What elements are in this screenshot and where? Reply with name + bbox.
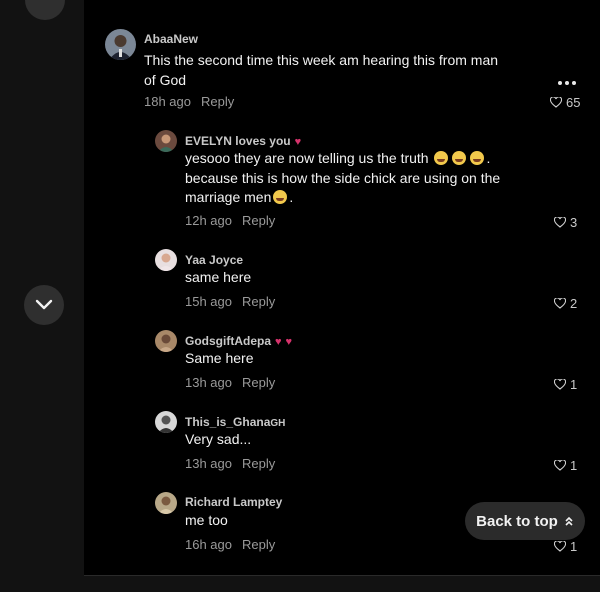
heart-emoji-icon: ♥ <box>275 336 282 348</box>
comment-text-line: Same here <box>185 350 254 366</box>
comment-meta: 16h ago Reply <box>185 537 275 552</box>
comment-username[interactable]: GodsgiftAdepa ♥ ♥ <box>185 334 292 348</box>
like-button[interactable]: 65 <box>550 95 580 110</box>
comment-text-line: Very sad... <box>185 431 252 447</box>
like-count: 3 <box>570 215 578 230</box>
comment-text-line: of God <box>144 71 187 88</box>
avatar[interactable] <box>155 330 177 352</box>
reply-button[interactable]: Reply <box>242 375 275 390</box>
avatar[interactable] <box>155 249 177 271</box>
back-to-top-label: Back to top <box>476 512 558 530</box>
reply-button[interactable]: Reply <box>201 94 234 109</box>
scroll-down-button[interactable] <box>24 285 64 325</box>
username-suffix: GH <box>270 418 286 429</box>
more-options-button[interactable] <box>556 76 578 90</box>
comment-username[interactable]: This_is_GhanaGH <box>185 415 285 429</box>
like-button[interactable]: 1 <box>554 539 577 554</box>
heart-outline-icon <box>550 97 562 108</box>
comment-time: 16h ago <box>185 537 232 552</box>
comment-text-line: me too <box>185 512 228 528</box>
comment-meta: 13h ago Reply <box>185 456 275 471</box>
comment-text-line: yesooo they are now telling us the truth <box>185 150 429 166</box>
bottom-bar <box>84 576 600 592</box>
like-count: 1 <box>570 377 578 392</box>
comment-text: This the second time this week am hearin… <box>144 51 498 90</box>
comment-meta: 15h ago Reply <box>185 294 275 309</box>
like-count: 65 <box>566 95 581 110</box>
comment-time: 15h ago <box>185 294 232 309</box>
comment-meta: 13h ago Reply <box>185 375 275 390</box>
comment-text-line: This the second time this week am hearin… <box>144 52 499 68</box>
username-text: GodsgiftAdepa <box>185 334 271 348</box>
comment-text-line: because this is how the side chick are u… <box>185 169 501 186</box>
comment-text: Very sad... <box>185 430 251 450</box>
username-text: EVELYN loves you <box>185 134 291 148</box>
heart-outline-icon <box>554 460 566 471</box>
heart-outline-icon <box>554 541 566 552</box>
like-button[interactable]: 1 <box>554 458 577 473</box>
laughing-emoji-icon <box>273 190 288 204</box>
comment-meta: 18h ago Reply <box>144 94 234 109</box>
reply-button[interactable]: Reply <box>242 213 275 228</box>
like-count: 1 <box>570 539 578 554</box>
like-count: 2 <box>570 296 578 311</box>
comment-text-end: . <box>289 189 294 205</box>
comment-username[interactable]: Richard Lamptey <box>185 495 282 509</box>
heart-outline-icon <box>554 217 566 228</box>
reply-button[interactable]: Reply <box>242 294 275 309</box>
double-chevron-up-icon <box>565 516 573 526</box>
laughing-emoji-icon <box>452 151 467 165</box>
avatar[interactable] <box>155 130 177 152</box>
avatar[interactable] <box>105 29 136 60</box>
heart-outline-icon <box>554 379 566 390</box>
heart-emoji-icon: ♥ <box>294 136 302 148</box>
reply-button[interactable]: Reply <box>242 537 275 552</box>
laughing-emoji-icon <box>470 151 485 165</box>
comment-text: me too <box>185 511 228 531</box>
heart-outline-icon <box>554 298 566 309</box>
comment-text: Same here <box>185 349 253 369</box>
avatar[interactable] <box>155 492 177 514</box>
heart-emoji-icon: ♥ <box>285 336 293 348</box>
comment-time: 12h ago <box>185 213 232 228</box>
chevron-down-icon <box>35 299 53 310</box>
comment-text-end: . <box>486 150 491 166</box>
username-text: This_is_Ghana <box>185 415 271 429</box>
like-button[interactable]: 1 <box>554 377 577 392</box>
laughing-emoji-icon <box>434 151 449 165</box>
comment-text: yesooo they are now telling us the truth… <box>185 149 500 208</box>
back-to-top-button[interactable]: Back to top <box>465 502 585 540</box>
avatar[interactable] <box>155 411 177 433</box>
comment-text: same here <box>185 268 251 288</box>
comment-meta: 12h ago Reply <box>185 213 275 228</box>
comment-text-line: marriage men <box>185 189 272 205</box>
like-button[interactable]: 2 <box>554 296 577 311</box>
comment-time: 13h ago <box>185 375 232 390</box>
comment-username[interactable]: EVELYN loves you ♥ <box>185 134 301 148</box>
comment-time: 18h ago <box>144 94 191 109</box>
reply-button[interactable]: Reply <box>242 456 275 471</box>
like-button[interactable]: 3 <box>554 215 577 230</box>
comment-username[interactable]: Yaa Joyce <box>185 253 243 267</box>
comment-time: 13h ago <box>185 456 232 471</box>
comment-text-line: same here <box>185 269 252 285</box>
comment-username[interactable]: AbaaNew <box>144 32 198 46</box>
like-count: 1 <box>570 458 578 473</box>
